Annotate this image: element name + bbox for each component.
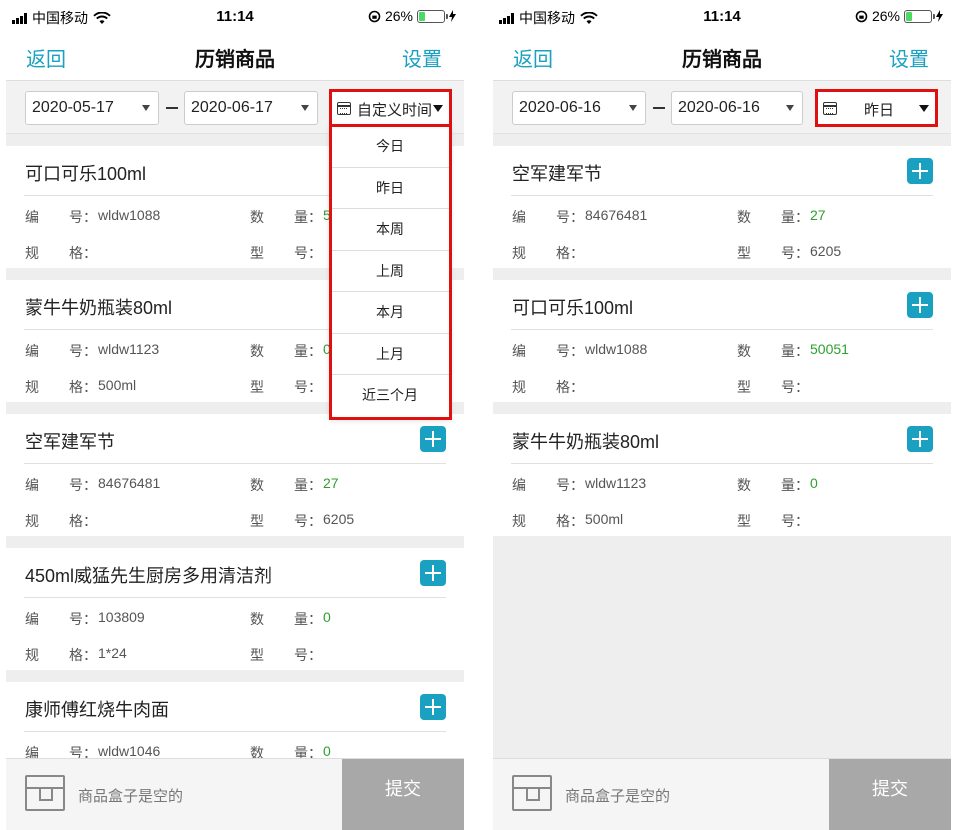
range-option-last-three-months[interactable]: 近三个月 xyxy=(331,375,449,417)
status-bar: 中国移动 11:14 26% xyxy=(6,0,464,34)
product-name: 空军建军节 xyxy=(512,164,602,184)
product-card[interactable]: 康师傅红烧牛肉面 编号： wldw1046 数量： 0 xyxy=(6,682,464,758)
qty-value: 27 xyxy=(323,475,339,491)
cart-footer: 商品盒子是空的 提交 xyxy=(493,758,951,830)
add-product-button[interactable] xyxy=(907,426,933,452)
product-name: 蒙牛牛奶瓶装80ml xyxy=(512,432,660,452)
product-card[interactable]: 可口可乐100ml 编号： wldw1088 数量： 50051 规格： 型号： xyxy=(493,280,951,402)
page-title: 历销商品 xyxy=(195,49,275,71)
product-name: 空军建军节 xyxy=(25,432,115,452)
date-range-separator xyxy=(166,107,178,109)
end-date-value: 2020-06-16 xyxy=(678,99,760,116)
range-option-last-week[interactable]: 上周 xyxy=(331,251,449,292)
qty-value: 0 xyxy=(810,475,818,491)
range-select-highlighted[interactable]: 昨日 xyxy=(815,89,938,127)
code-value: 103809 xyxy=(98,609,145,625)
code-value: 84676481 xyxy=(585,207,648,223)
add-product-button[interactable] xyxy=(420,426,446,452)
status-bar: 中国移动 11:14 26% xyxy=(493,0,951,34)
end-date-select[interactable]: 2020-06-16 xyxy=(671,91,803,125)
cart-footer: 商品盒子是空的 提交 xyxy=(6,758,464,830)
battery-percent: 26% xyxy=(871,8,900,24)
model-value: 6205 xyxy=(810,243,842,259)
date-filter-bar: 2020-06-16 2020-06-16 昨日 xyxy=(493,81,951,134)
range-select-value: 自定义时间 xyxy=(357,102,433,119)
product-name: 450ml威猛先生厨房多用清洁剂 xyxy=(25,566,273,586)
spec-value: 500ml xyxy=(98,377,137,393)
start-date-select[interactable]: 2020-05-17 xyxy=(25,91,159,125)
settings-button[interactable]: 设置 xyxy=(889,43,929,72)
cart-empty-text: 商品盒子是空的 xyxy=(78,788,184,805)
model-value: 6205 xyxy=(323,511,355,527)
product-name: 康师傅红烧牛肉面 xyxy=(25,700,169,720)
qty-value: 0 xyxy=(323,743,331,758)
submit-button[interactable]: 提交 xyxy=(342,759,464,830)
start-date-value: 2020-05-17 xyxy=(32,99,114,116)
product-name: 可口可乐100ml xyxy=(25,164,147,184)
battery-icon xyxy=(417,9,448,23)
code-value: wldw1088 xyxy=(585,341,648,357)
add-product-button[interactable] xyxy=(907,292,933,318)
product-name: 可口可乐100ml xyxy=(512,298,634,318)
add-product-button[interactable] xyxy=(420,694,446,720)
rotation-lock-icon xyxy=(368,10,381,22)
settings-button[interactable]: 设置 xyxy=(402,43,442,72)
nav-bar: 返回 历销商品 设置 xyxy=(6,34,464,81)
end-date-value: 2020-06-17 xyxy=(191,99,273,116)
range-option-today[interactable]: 今日 xyxy=(331,126,449,168)
box-icon[interactable] xyxy=(512,775,552,811)
spec-value: 1*24 xyxy=(98,645,127,661)
qty-value: 50051 xyxy=(810,341,849,357)
date-range-separator xyxy=(653,107,665,109)
product-card[interactable]: 蒙牛牛奶瓶装80ml 编号： wldw1123 数量： 0 规格： 500ml 型号： xyxy=(493,414,951,536)
calendar-icon xyxy=(337,102,351,115)
phone-screen-right: 中国移动 11:14 26% 返回 历销商品 设置 2020-06-16 202… xyxy=(493,0,951,830)
qty-value: 27 xyxy=(810,207,826,223)
code-value: wldw1123 xyxy=(585,475,647,491)
start-date-select[interactable]: 2020-06-16 xyxy=(512,91,646,125)
range-option-last-month[interactable]: 上月 xyxy=(331,334,449,375)
range-option-yesterday[interactable]: 昨日 xyxy=(331,168,449,209)
range-option-this-week[interactable]: 本周 xyxy=(331,209,449,251)
add-product-button[interactable] xyxy=(420,560,446,586)
add-product-button[interactable] xyxy=(907,158,933,184)
product-name: 蒙牛牛奶瓶装80ml xyxy=(25,298,173,318)
end-date-select[interactable]: 2020-06-17 xyxy=(184,91,318,125)
range-dropdown-menu: 今日 昨日 本周 上周 本月 上月 近三个月 xyxy=(330,125,450,418)
code-value: wldw1123 xyxy=(98,341,160,357)
range-select-highlighted[interactable]: 自定义时间 xyxy=(329,89,452,127)
charging-icon xyxy=(936,10,943,22)
page-title: 历销商品 xyxy=(682,49,762,71)
box-icon[interactable] xyxy=(25,775,65,811)
code-value: wldw1046 xyxy=(98,743,161,758)
calendar-icon xyxy=(823,102,837,115)
caret-down-icon xyxy=(301,105,309,111)
qty-value: 0 xyxy=(323,609,331,625)
battery-icon xyxy=(904,9,935,23)
product-card[interactable]: 空军建军节 编号： 84676481 数量： 27 规格： 型号： 6205 xyxy=(6,414,464,536)
submit-button[interactable]: 提交 xyxy=(829,759,951,830)
start-date-value: 2020-06-16 xyxy=(519,99,601,116)
phone-screen-left: 中国移动 11:14 26% 返回 历销商品 设置 2020-05-17 202… xyxy=(6,0,464,830)
product-list[interactable]: 空军建军节 编号： 84676481 数量： 27 规格： 型号： 6205 可口可乐… xyxy=(493,134,951,758)
code-value: wldw1088 xyxy=(98,207,161,223)
battery-percent: 26% xyxy=(384,8,413,24)
charging-icon xyxy=(449,10,456,22)
caret-down-icon xyxy=(142,105,150,111)
spec-value: 500ml xyxy=(585,511,624,527)
caret-down-icon xyxy=(629,105,637,111)
caret-down-icon xyxy=(919,105,929,112)
product-card[interactable]: 450ml威猛先生厨房多用清洁剂 编号： 103809 数量： 0 规格： 1*24 … xyxy=(6,548,464,670)
code-value: 84676481 xyxy=(98,475,161,491)
cart-empty-text: 商品盒子是空的 xyxy=(565,788,671,805)
caret-down-icon xyxy=(433,105,443,112)
rotation-lock-icon xyxy=(855,10,868,22)
caret-down-icon xyxy=(786,105,794,111)
range-select-value: 昨日 xyxy=(864,102,895,119)
comparison-stage: 中国移动 11:14 26% 返回 历销商品 设置 2020-05-17 202… xyxy=(0,0,960,830)
product-card[interactable]: 空军建军节 编号： 84676481 数量： 27 规格： 型号： 6205 xyxy=(493,146,951,268)
nav-bar: 返回 历销商品 设置 xyxy=(493,34,951,81)
range-option-this-month[interactable]: 本月 xyxy=(331,292,449,334)
